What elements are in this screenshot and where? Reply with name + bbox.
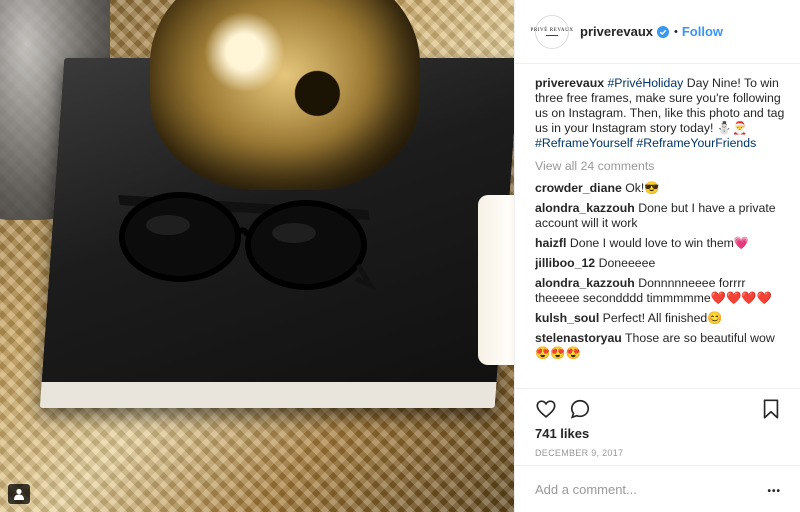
header-username[interactable]: priverevaux bbox=[580, 24, 653, 39]
gold-skull bbox=[150, 0, 420, 190]
avatar[interactable]: PRIVÉ REVAUX bbox=[530, 14, 573, 49]
user-tag-button[interactable] bbox=[8, 484, 30, 504]
separator-dot: • bbox=[674, 25, 678, 38]
comment-text: Ok!😎 bbox=[625, 181, 660, 195]
comment-item: haizfl Done I would love to win them💗 bbox=[535, 236, 787, 251]
bookmark-icon[interactable] bbox=[761, 398, 781, 420]
comment-username[interactable]: kulsh_soul bbox=[535, 311, 599, 325]
sunglasses bbox=[118, 192, 377, 291]
comment-username[interactable]: stelenastoryau bbox=[535, 331, 622, 345]
post-date[interactable]: DECEMBER 9, 2017 bbox=[535, 448, 623, 458]
view-all-comments-link[interactable]: View all 24 comments bbox=[535, 159, 787, 174]
verified-badge-icon bbox=[657, 25, 669, 38]
heart-icon[interactable] bbox=[535, 398, 557, 420]
post-caption: priverevaux #PrivéHoliday Day Nine! To w… bbox=[535, 76, 787, 151]
comment-username[interactable]: jilliboo_12 bbox=[535, 256, 595, 270]
comment-text: Doneeeee bbox=[598, 256, 656, 270]
hashtag-link[interactable]: #ReframeYourFriends bbox=[636, 136, 756, 150]
comment-item: kulsh_soul Perfect! All finished😊 bbox=[535, 311, 787, 326]
comment-item: alondra_kazzouh Done but I have a privat… bbox=[535, 201, 787, 231]
white-candle bbox=[478, 195, 514, 365]
speech-bubble-icon[interactable] bbox=[569, 398, 591, 420]
action-bar bbox=[515, 388, 800, 428]
follow-button[interactable]: Follow bbox=[682, 24, 723, 39]
add-comment-bar: ••• bbox=[515, 465, 800, 512]
comment-text: Done I would love to win them💗 bbox=[569, 236, 750, 250]
add-comment-input[interactable] bbox=[535, 481, 735, 497]
comment-username[interactable]: haizfl bbox=[535, 236, 566, 250]
avatar-logo-line bbox=[546, 34, 558, 36]
comment-item: crowder_diane Ok!😎 bbox=[535, 181, 787, 196]
caption-username[interactable]: priverevaux bbox=[535, 76, 604, 90]
comment-item: stelenastoryau Those are so beautiful wo… bbox=[535, 331, 787, 361]
avatar-logo-text: PRIVÉ REVAUX bbox=[530, 27, 574, 33]
comment-username[interactable]: crowder_diane bbox=[535, 181, 622, 195]
comment-username[interactable]: alondra_kazzouh bbox=[535, 201, 635, 215]
comment-text: Perfect! All finished😊 bbox=[602, 311, 723, 325]
post-side-panel: PRIVÉ REVAUX priverevaux • Follow priver… bbox=[514, 0, 800, 512]
comment-username[interactable]: alondra_kazzouh bbox=[535, 276, 635, 290]
comment-item: alondra_kazzouh Donnnnneeee forrrr theee… bbox=[535, 276, 787, 306]
comments-list: priverevaux #PrivéHoliday Day Nine! To w… bbox=[535, 76, 787, 388]
post-header: PRIVÉ REVAUX priverevaux • Follow bbox=[515, 0, 800, 64]
more-options-icon[interactable]: ••• bbox=[767, 486, 781, 497]
comment-item: jilliboo_12 Doneeeee bbox=[535, 256, 787, 271]
hashtag-link[interactable]: #PrivéHoliday bbox=[607, 76, 683, 90]
user-tag-icon bbox=[14, 488, 24, 500]
hashtag-link[interactable]: #ReframeYourself bbox=[535, 136, 633, 150]
post-photo[interactable] bbox=[0, 0, 514, 512]
likes-count[interactable]: 741 likes bbox=[535, 426, 589, 441]
